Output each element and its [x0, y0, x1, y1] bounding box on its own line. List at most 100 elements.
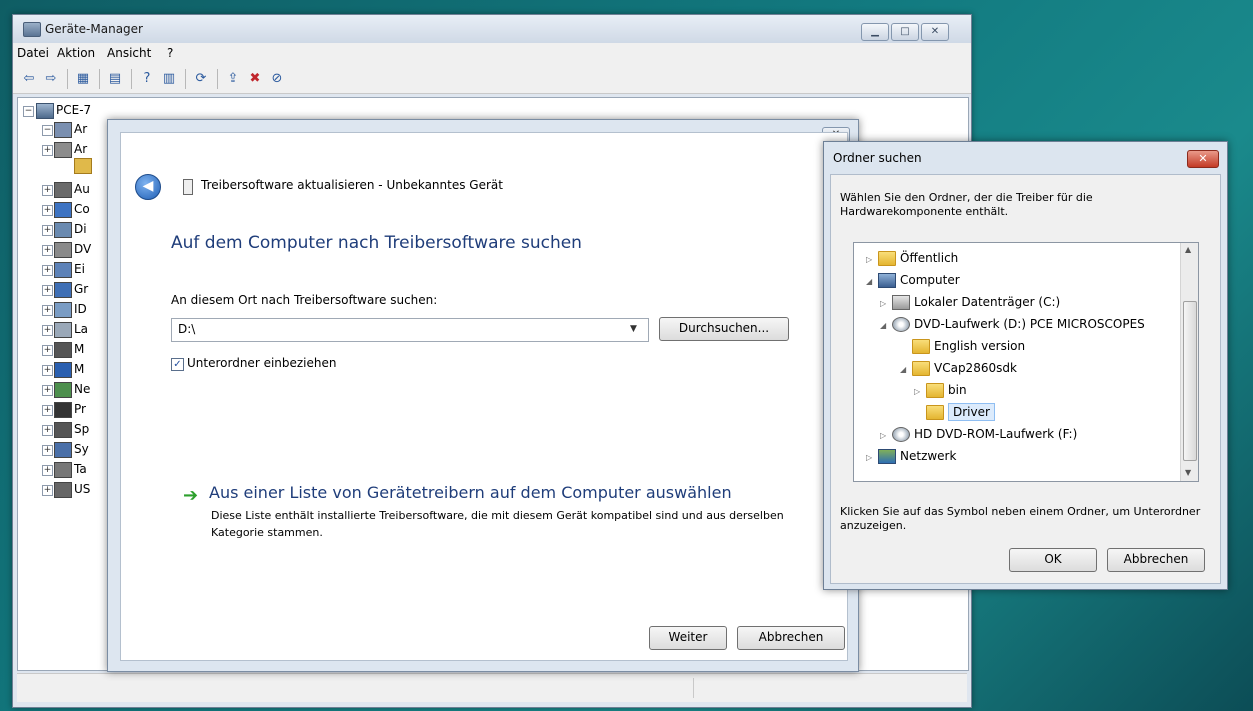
folder-cancel-button[interactable]: Abbrechen: [1107, 548, 1205, 572]
dvd-icon: [892, 427, 910, 442]
folder-item-selected[interactable]: Driver: [914, 401, 995, 423]
folder-icon: [926, 405, 944, 420]
tree-item-label[interactable]: US: [74, 482, 90, 496]
expand-icon[interactable]: +: [42, 485, 53, 496]
device-category-icon: [54, 402, 72, 418]
browse-folder-dialog: Ordner suchen ✕ Wählen Sie den Ordner, d…: [823, 141, 1228, 590]
device-category-icon: [54, 422, 72, 438]
expand-icon[interactable]: +: [42, 265, 53, 276]
pick-from-list-link[interactable]: Aus einer Liste von Gerätetreibern auf d…: [209, 483, 732, 502]
collapse-icon[interactable]: ◢: [866, 271, 876, 293]
folder-item[interactable]: ▷ Netzwerk: [866, 445, 956, 467]
folder-item[interactable]: ◢ VCap2860sdk: [900, 357, 1017, 379]
tree-item-label[interactable]: La: [74, 322, 88, 336]
folder-item[interactable]: ◢ DVD-Laufwerk (D:) PCE MICROSCOPES: [880, 313, 1145, 335]
device-category-icon: [54, 202, 72, 218]
dropdown-arrow-icon[interactable]: ▼: [630, 324, 637, 334]
tree-item-label[interactable]: M: [74, 362, 84, 376]
minimize-button[interactable]: ▁: [861, 23, 889, 41]
scan-hardware-icon[interactable]: ⟳: [193, 71, 209, 87]
expand-icon[interactable]: +: [42, 245, 53, 256]
back-arrow-icon[interactable]: ⇦: [21, 71, 37, 87]
expand-icon[interactable]: +: [42, 425, 53, 436]
help-icon[interactable]: ?: [139, 71, 155, 87]
uninstall-icon[interactable]: ✖: [247, 71, 263, 87]
ok-button[interactable]: OK: [1009, 548, 1097, 572]
expand-icon[interactable]: +: [42, 405, 53, 416]
expand-icon[interactable]: +: [42, 285, 53, 296]
expand-icon[interactable]: +: [42, 205, 53, 216]
folder-item[interactable]: ◢ Computer: [866, 269, 960, 291]
wizard-cancel-button[interactable]: Abbrechen: [737, 626, 845, 650]
tree-item-label[interactable]: Au: [74, 182, 90, 196]
tree-item-label[interactable]: Di: [74, 222, 87, 236]
next-button[interactable]: Weiter: [649, 626, 727, 650]
properties-icon[interactable]: ▤: [107, 71, 123, 87]
close-button[interactable]: ✕: [921, 23, 949, 41]
path-combobox[interactable]: D:\ ▼: [171, 318, 649, 342]
tree-item-label[interactable]: Sy: [74, 442, 89, 456]
expand-icon[interactable]: +: [42, 185, 53, 196]
folder-item[interactable]: ▷ Öffentlich: [866, 247, 958, 269]
maximize-button[interactable]: □: [891, 23, 919, 41]
folder-item-label: HD DVD-ROM-Laufwerk (F:): [914, 427, 1078, 441]
expand-icon[interactable]: +: [42, 445, 53, 456]
scroll-up-icon[interactable]: ▲: [1185, 245, 1191, 254]
expand-icon[interactable]: +: [42, 465, 53, 476]
tree-item-label[interactable]: Ei: [74, 262, 85, 276]
forward-arrow-icon[interactable]: ⇨: [43, 71, 59, 87]
tree-item-label[interactable]: Ne: [74, 382, 90, 396]
show-hide-tree-icon[interactable]: ▦: [75, 71, 91, 87]
subfolders-label[interactable]: Unterordner einbeziehen: [187, 356, 337, 370]
folder-item[interactable]: ▷ HD DVD-ROM-Laufwerk (F:): [880, 423, 1077, 445]
expand-icon[interactable]: +: [42, 145, 53, 156]
collapse-icon[interactable]: ◢: [880, 315, 890, 337]
folder-item[interactable]: ▷ Lokaler Datenträger (C:): [880, 291, 1060, 313]
scroll-down-icon[interactable]: ▼: [1185, 468, 1191, 477]
expand-icon[interactable]: +: [42, 325, 53, 336]
device-manager-titlebar[interactable]: Geräte-Manager ▁ □ ✕: [13, 15, 971, 43]
green-arrow-icon: ➔: [183, 485, 199, 506]
tree-item-label[interactable]: Ar: [74, 122, 87, 136]
tree-item-label[interactable]: Ar: [74, 142, 87, 156]
collapse-icon[interactable]: −: [23, 106, 34, 117]
folder-dialog-close-button[interactable]: ✕: [1187, 150, 1219, 168]
back-button[interactable]: ◀: [135, 174, 161, 200]
device-category-icon: [54, 142, 72, 158]
subfolders-checkbox[interactable]: ✓: [171, 358, 184, 371]
tree-item-label[interactable]: M: [74, 342, 84, 356]
expand-icon[interactable]: ▷: [866, 249, 876, 271]
expand-icon[interactable]: ▷: [866, 447, 876, 469]
expand-icon[interactable]: +: [42, 225, 53, 236]
menu-ansicht[interactable]: Ansicht: [107, 46, 151, 60]
tree-item-label[interactable]: Ta: [74, 462, 87, 476]
expand-icon[interactable]: ▷: [880, 293, 890, 315]
tree-item-label[interactable]: Sp: [74, 422, 89, 436]
expand-icon[interactable]: +: [42, 345, 53, 356]
disable-device-icon[interactable]: ⊘: [269, 71, 285, 87]
toolbar-separator: [67, 69, 68, 89]
folder-item[interactable]: ▷ bin: [914, 379, 967, 401]
folder-tree-scrollbar[interactable]: ▲ ▼: [1180, 243, 1198, 481]
tree-item-label[interactable]: Pr: [74, 402, 86, 416]
collapse-icon[interactable]: ◢: [900, 359, 910, 381]
menu-datei[interactable]: Datei: [17, 46, 49, 60]
tree-item-label[interactable]: Gr: [74, 282, 88, 296]
expand-icon[interactable]: +: [42, 365, 53, 376]
tree-item-label[interactable]: DV: [74, 242, 91, 256]
expand-icon[interactable]: ▷: [880, 425, 890, 447]
update-driver-icon[interactable]: ⇪: [225, 71, 241, 87]
menu-aktion[interactable]: Aktion: [57, 46, 95, 60]
scrollbar-thumb[interactable]: [1183, 301, 1197, 461]
expand-icon[interactable]: +: [42, 305, 53, 316]
expand-icon[interactable]: ▷: [914, 381, 924, 403]
view-icon[interactable]: ▥: [161, 71, 177, 87]
folder-item[interactable]: English version: [900, 335, 1025, 357]
collapse-icon[interactable]: −: [42, 125, 53, 136]
tree-item-label[interactable]: ID: [74, 302, 87, 316]
expand-icon[interactable]: +: [42, 385, 53, 396]
tree-item-label[interactable]: Co: [74, 202, 90, 216]
folder-tree[interactable]: ▷ Öffentlich ◢ Computer ▷ Lokaler Datenträger…: [853, 242, 1199, 482]
browse-button[interactable]: Durchsuchen...: [659, 317, 789, 341]
menu-help[interactable]: ?: [167, 46, 173, 60]
